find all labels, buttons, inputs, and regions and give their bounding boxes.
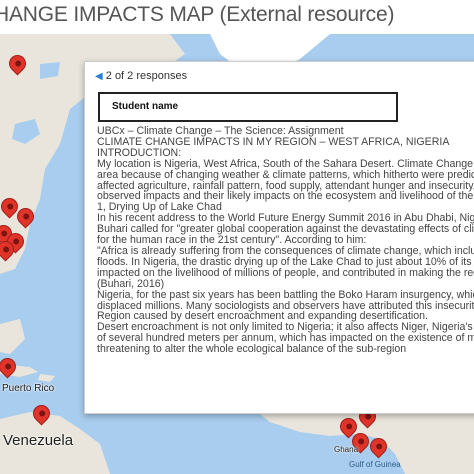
- response-line: threatening to alter the whole ecologica…: [97, 343, 407, 356]
- response-line: area because of changing weather & clima…: [97, 168, 474, 181]
- student-name-label: Student name: [112, 101, 179, 112]
- response-count: 2 of 2 responses: [105, 70, 188, 82]
- title-bar: HANGE IMPACTS MAP (External resource): [0, 0, 474, 34]
- map-label-gulf-of-guinea: Gulf of Guinea: [349, 460, 401, 469]
- map-label-venezuela: Venezuela: [3, 432, 74, 449]
- response-line: (Buhari, 2016): [97, 277, 165, 290]
- response-nav: ◀ 2 of 2 responses: [95, 70, 187, 82]
- response-body: UBCx – Climate Change – The Science: Ass…: [97, 126, 474, 355]
- response-line: My location is Nigeria, West Africa, Sou…: [97, 157, 474, 170]
- left-triangle-icon[interactable]: ◀: [95, 71, 103, 82]
- response-line: Nigeria, for the past six years has been…: [97, 288, 474, 301]
- student-name-box: Student name: [98, 92, 398, 122]
- map-label-ghana: Ghana: [334, 445, 359, 454]
- map-label-puerto-rico: Puerto Rico: [2, 383, 55, 394]
- response-popup: ◀ 2 of 2 responses Student name UBCx – C…: [84, 61, 474, 414]
- page-title: HANGE IMPACTS MAP (External resource): [0, 3, 395, 26]
